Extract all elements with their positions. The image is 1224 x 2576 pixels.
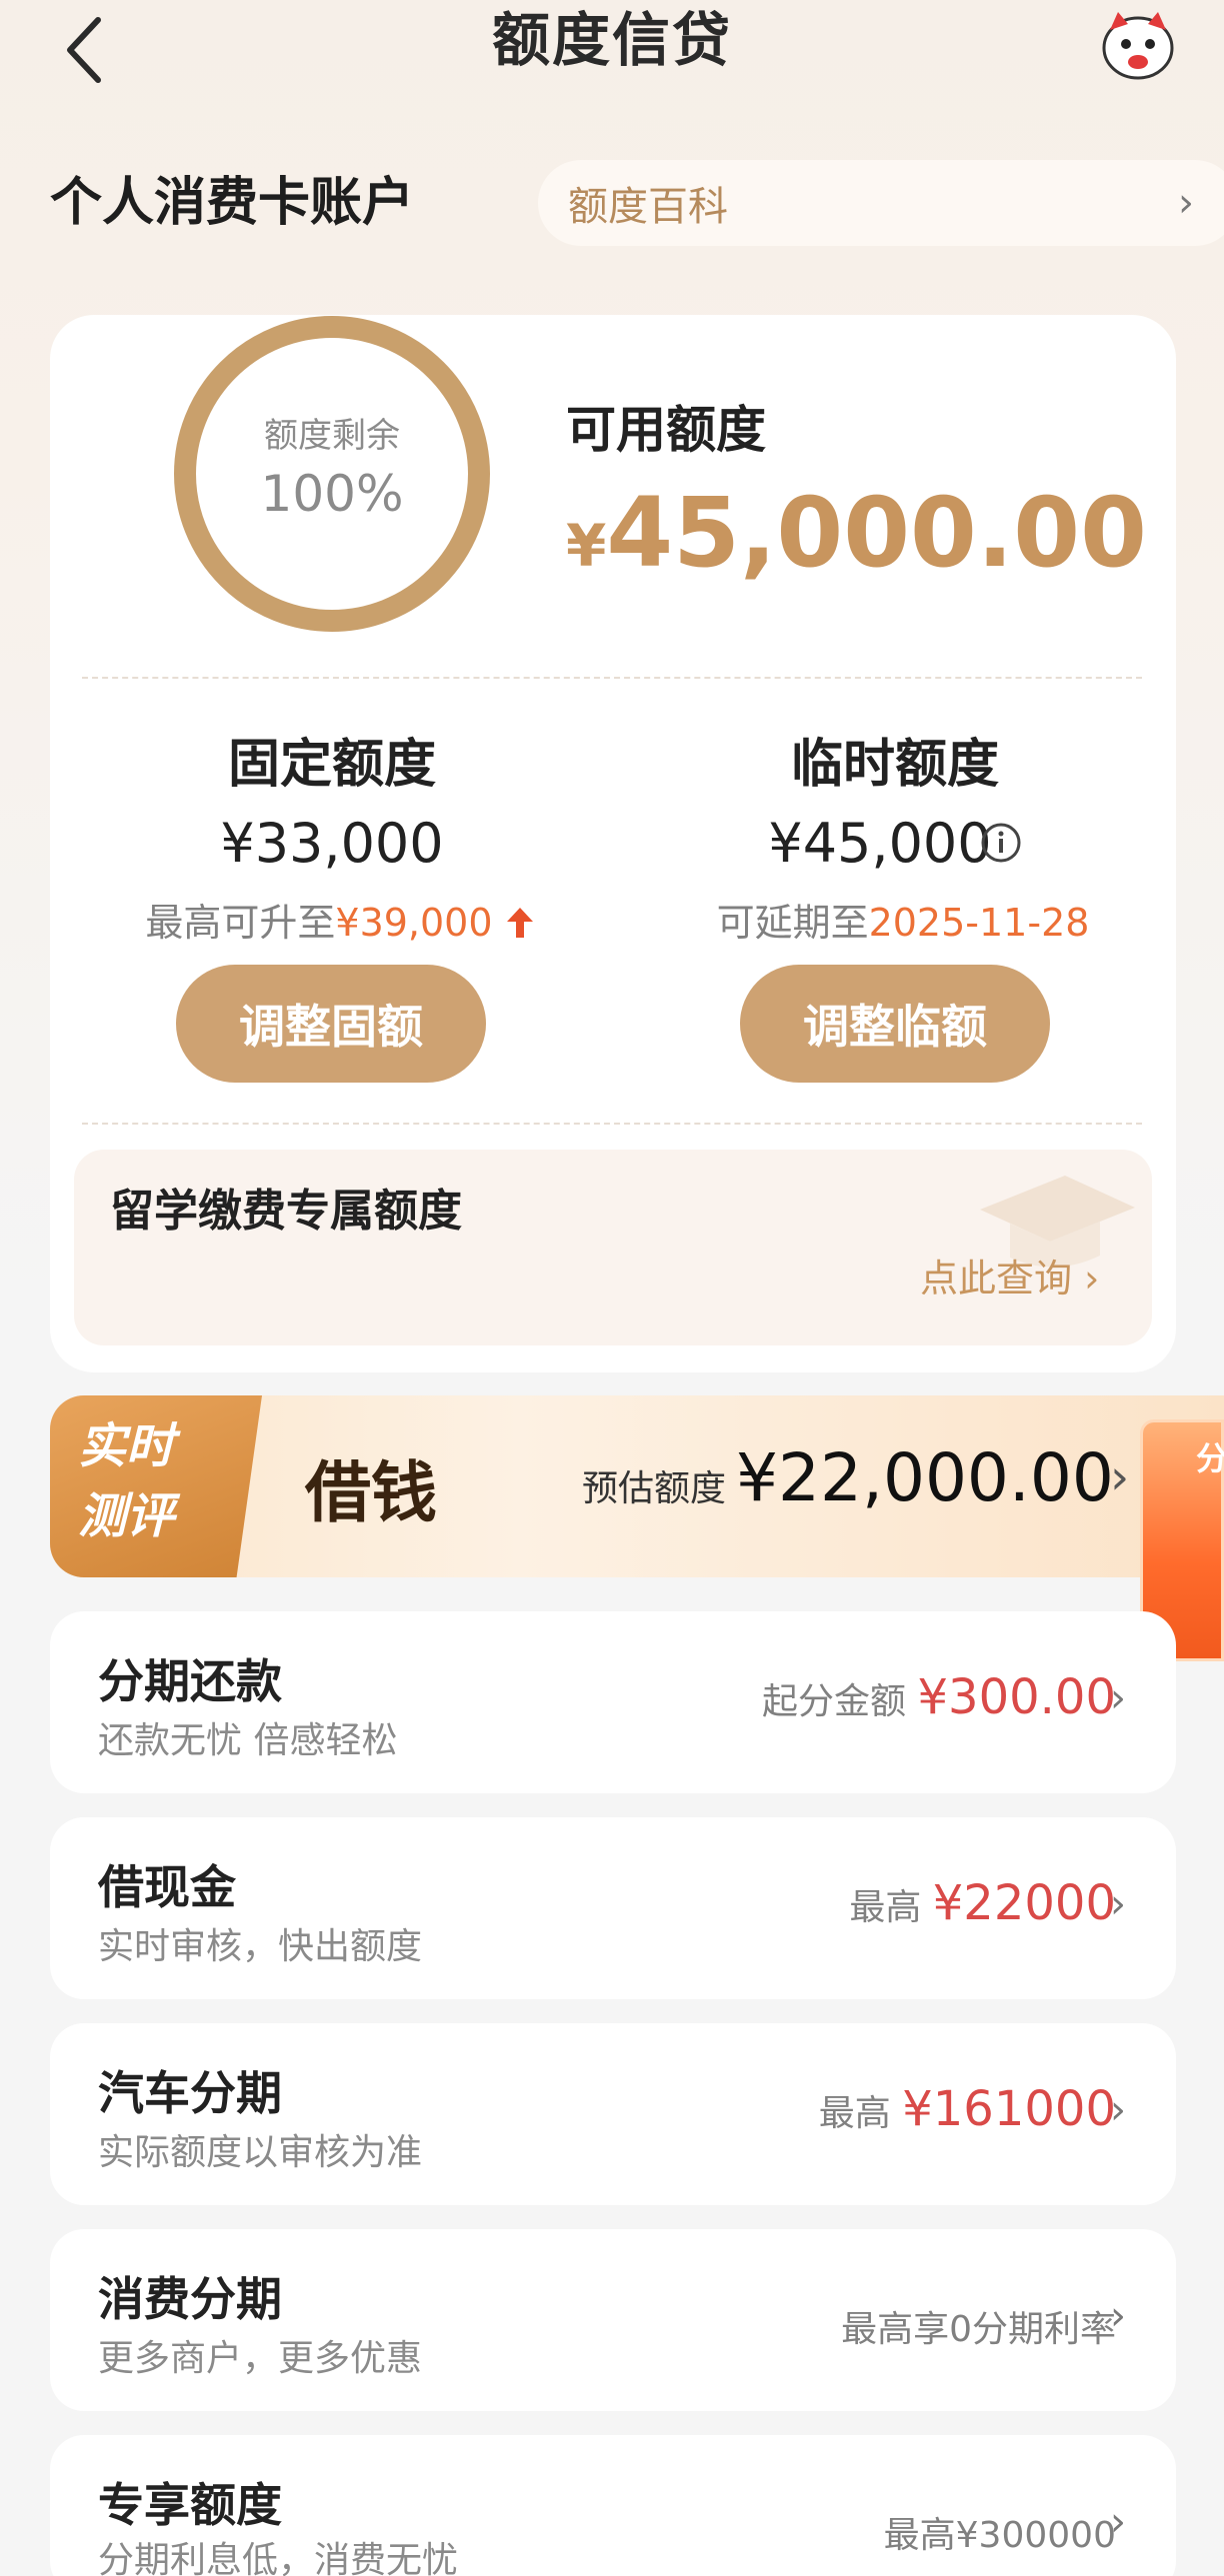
fixed-credit-title: 固定额度	[227, 735, 436, 795]
item-right-label: 最高	[818, 2093, 903, 2134]
divider	[82, 677, 1142, 679]
item-right-amount: ¥22000	[932, 1875, 1116, 1931]
study-abroad-title: 留学缴费专属额度	[110, 1186, 462, 1237]
item-right-label: 最高	[849, 1887, 933, 1928]
mascot-button[interactable]	[1098, 8, 1178, 82]
item-title: 分期还款	[98, 1654, 282, 1708]
chevron-right-icon: ›	[1178, 180, 1194, 226]
available-credit-label: 可用额度	[566, 401, 766, 459]
item-right-value: 最高 ¥161000	[819, 2081, 1116, 2137]
chevron-right-icon: ›	[1110, 2293, 1126, 2339]
chevron-right-icon: ›	[1110, 1675, 1126, 1721]
account-title: 个人消费卡账户	[50, 173, 415, 233]
item-right-value: 最高享0分期利率	[841, 2297, 1116, 2353]
info-icon[interactable]	[980, 822, 1022, 864]
item-subtitle: 还款无忧 倍感轻松	[98, 1720, 398, 1761]
mascot-icon	[1102, 12, 1174, 80]
chevron-right-icon: ›	[1110, 1881, 1126, 1927]
page-title: 额度信贷	[491, 6, 732, 74]
available-amount-value: 45,000.00	[606, 477, 1147, 589]
ring-value: 100%	[260, 465, 404, 523]
estimate-value: ¥22,000.00	[736, 1439, 1114, 1516]
item-subtitle: 实际额度以审核为准	[98, 2132, 423, 2173]
fixed-credit-amount: ¥33,000	[220, 812, 444, 875]
back-button[interactable]	[58, 10, 118, 90]
temp-sub-value: 2025-11-28	[868, 901, 1090, 945]
badge-line-2: 测评	[78, 1488, 175, 1544]
credit-encyclopedia-link[interactable]: 额度百科 ›	[538, 160, 1224, 246]
item-right-label: 最高享0分期利率	[841, 2309, 1116, 2350]
chevron-right-icon: ›	[1110, 2499, 1126, 2545]
item-title: 汽车分期	[98, 2066, 282, 2120]
chevron-right-icon: ›	[1110, 2087, 1126, 2133]
item-right-amount: ¥300.00	[917, 1669, 1117, 1725]
fixed-credit-max: 最高可升至¥39,000	[110, 892, 570, 947]
fixed-sub-value: ¥39,000	[335, 901, 493, 945]
adjust-temporary-credit-button[interactable]: 调整临额	[740, 965, 1050, 1083]
borrow-title: 借钱	[305, 1453, 437, 1531]
item-right-label: 起分金额	[762, 1681, 918, 1722]
item-right-value: 起分金额 ¥300.00	[762, 1669, 1116, 1725]
encyclopedia-label: 额度百科	[568, 184, 728, 230]
available-credit-amount: ¥45,000.00	[566, 478, 1147, 601]
item-subtitle: 实时审核，快出额度	[98, 1926, 423, 1967]
arrow-up-icon	[506, 908, 533, 938]
floating-widget-text: 分	[1196, 1439, 1224, 1477]
item-subtitle: 更多商户，更多优惠	[98, 2338, 423, 2379]
temporary-credit-title: 临时额度	[790, 735, 999, 795]
fixed-sub-prefix: 最高可升至	[145, 901, 336, 945]
item-right-amount: ¥161000	[902, 2081, 1116, 2137]
temporary-credit-expiry: 可延期至2025-11-28	[678, 892, 1128, 947]
badge-line-1: 实时	[78, 1418, 175, 1474]
chevron-right-icon: ›	[1110, 1449, 1130, 1505]
adjust-fixed-credit-button[interactable]: 调整固额	[176, 965, 486, 1083]
badge-text: 实时 测评	[78, 1411, 238, 1551]
estimate-label: 预估额度	[582, 1468, 727, 1509]
temp-sub-prefix: 可延期至	[716, 901, 869, 945]
divider	[82, 1123, 1142, 1125]
currency-symbol: ¥	[566, 512, 607, 580]
item-right-label: 最高¥300000	[883, 2515, 1116, 2556]
item-right-value: 最高 ¥22000	[849, 1875, 1116, 1931]
item-right-value: 最高¥300000	[884, 2503, 1116, 2559]
item-title: 借现金	[98, 1860, 236, 1914]
item-subtitle: 分期利息低，消费无忧	[98, 2540, 459, 2576]
item-title: 消费分期	[98, 2272, 282, 2326]
item-title: 专享额度	[98, 2478, 282, 2532]
study-abroad-query-link[interactable]: 点此查询 ›	[920, 1248, 1099, 1302]
ring-label: 额度剩余	[264, 416, 400, 456]
chevron-left-icon	[67, 17, 101, 83]
